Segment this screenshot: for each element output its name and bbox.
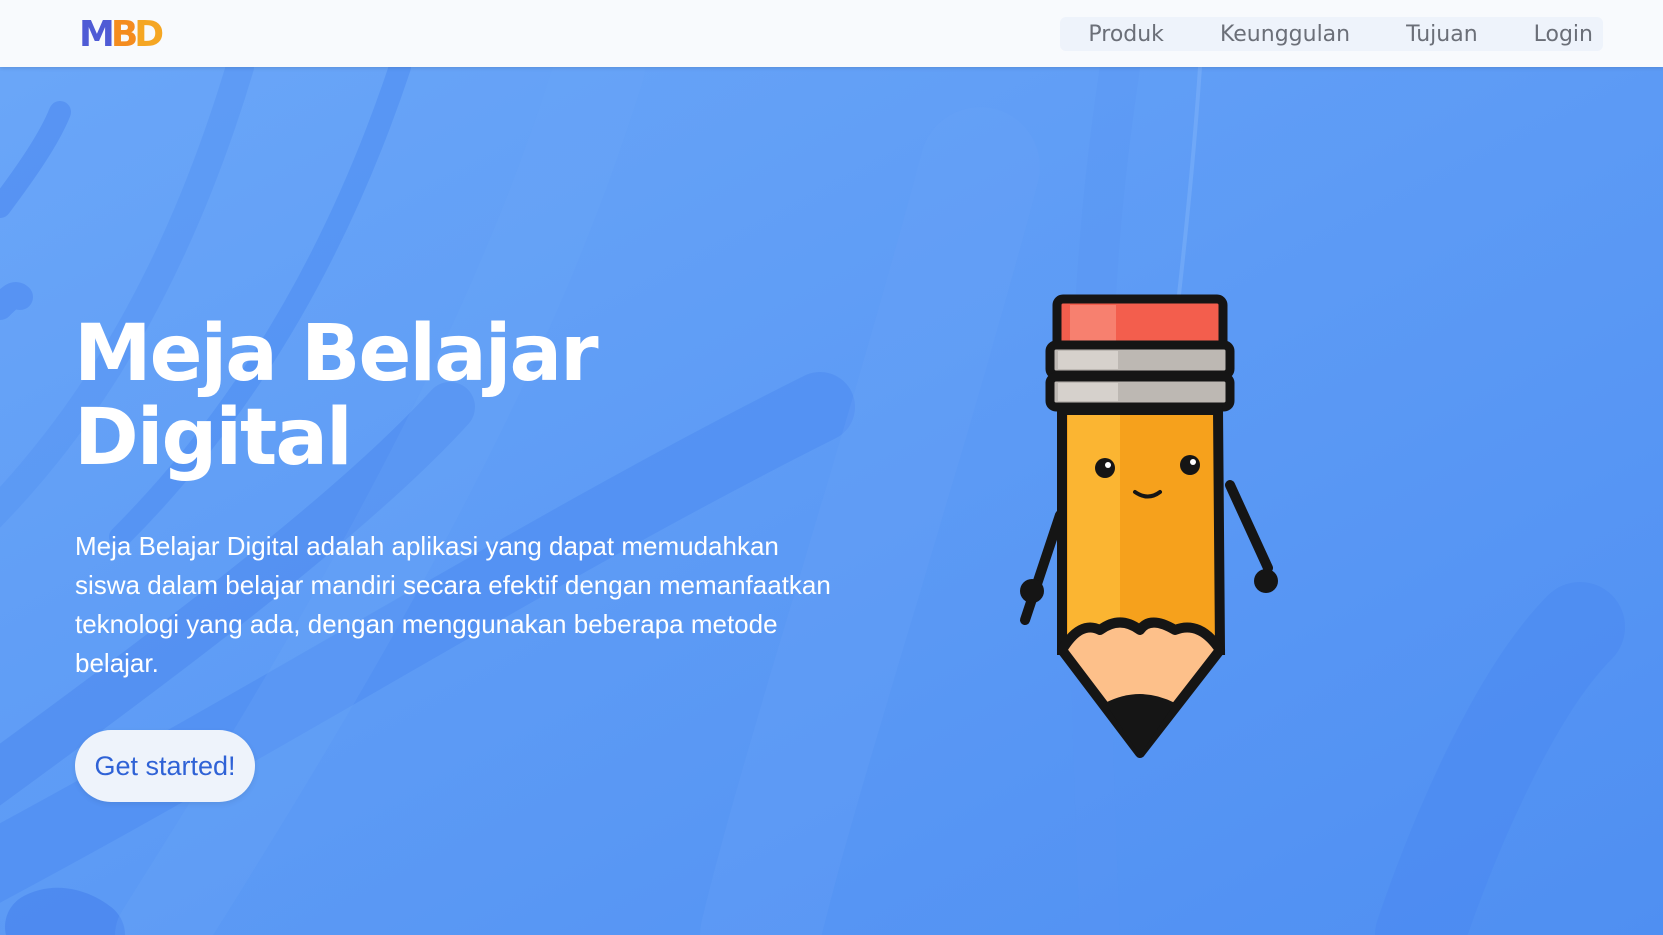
- hero-title-line1: Meja Belajar: [74, 309, 599, 399]
- nav-item-tujuan[interactable]: Tujuan: [1378, 22, 1506, 47]
- get-started-button[interactable]: Get started!: [75, 730, 255, 802]
- hero-background-waves: [0, 67, 1663, 935]
- nav-item-keunggulan[interactable]: Keunggulan: [1192, 22, 1378, 47]
- nav-item-login[interactable]: Login: [1506, 22, 1603, 47]
- nav-item-produk[interactable]: Produk: [1060, 22, 1192, 47]
- logo-letter-m: M: [79, 13, 115, 55]
- logo-letter-d: D: [134, 13, 164, 55]
- nav-menu: Produk Keunggulan Tujuan Login: [1060, 17, 1603, 51]
- logo-letter-b: B: [110, 13, 139, 55]
- hero-description: Meja Belajar Digital adalah aplikasi yan…: [75, 531, 831, 678]
- pencil-mascot-icon: [1020, 294, 1278, 758]
- landing-page: M B D Produk Keunggulan Tujuan Login Mej…: [0, 0, 1663, 935]
- hero-title-line2: Digital: [74, 393, 353, 483]
- hero-title: Meja Belajar Digital: [74, 312, 794, 480]
- top-navbar: M B D Produk Keunggulan Tujuan Login: [0, 0, 1663, 67]
- brand-logo[interactable]: M B D: [79, 13, 164, 55]
